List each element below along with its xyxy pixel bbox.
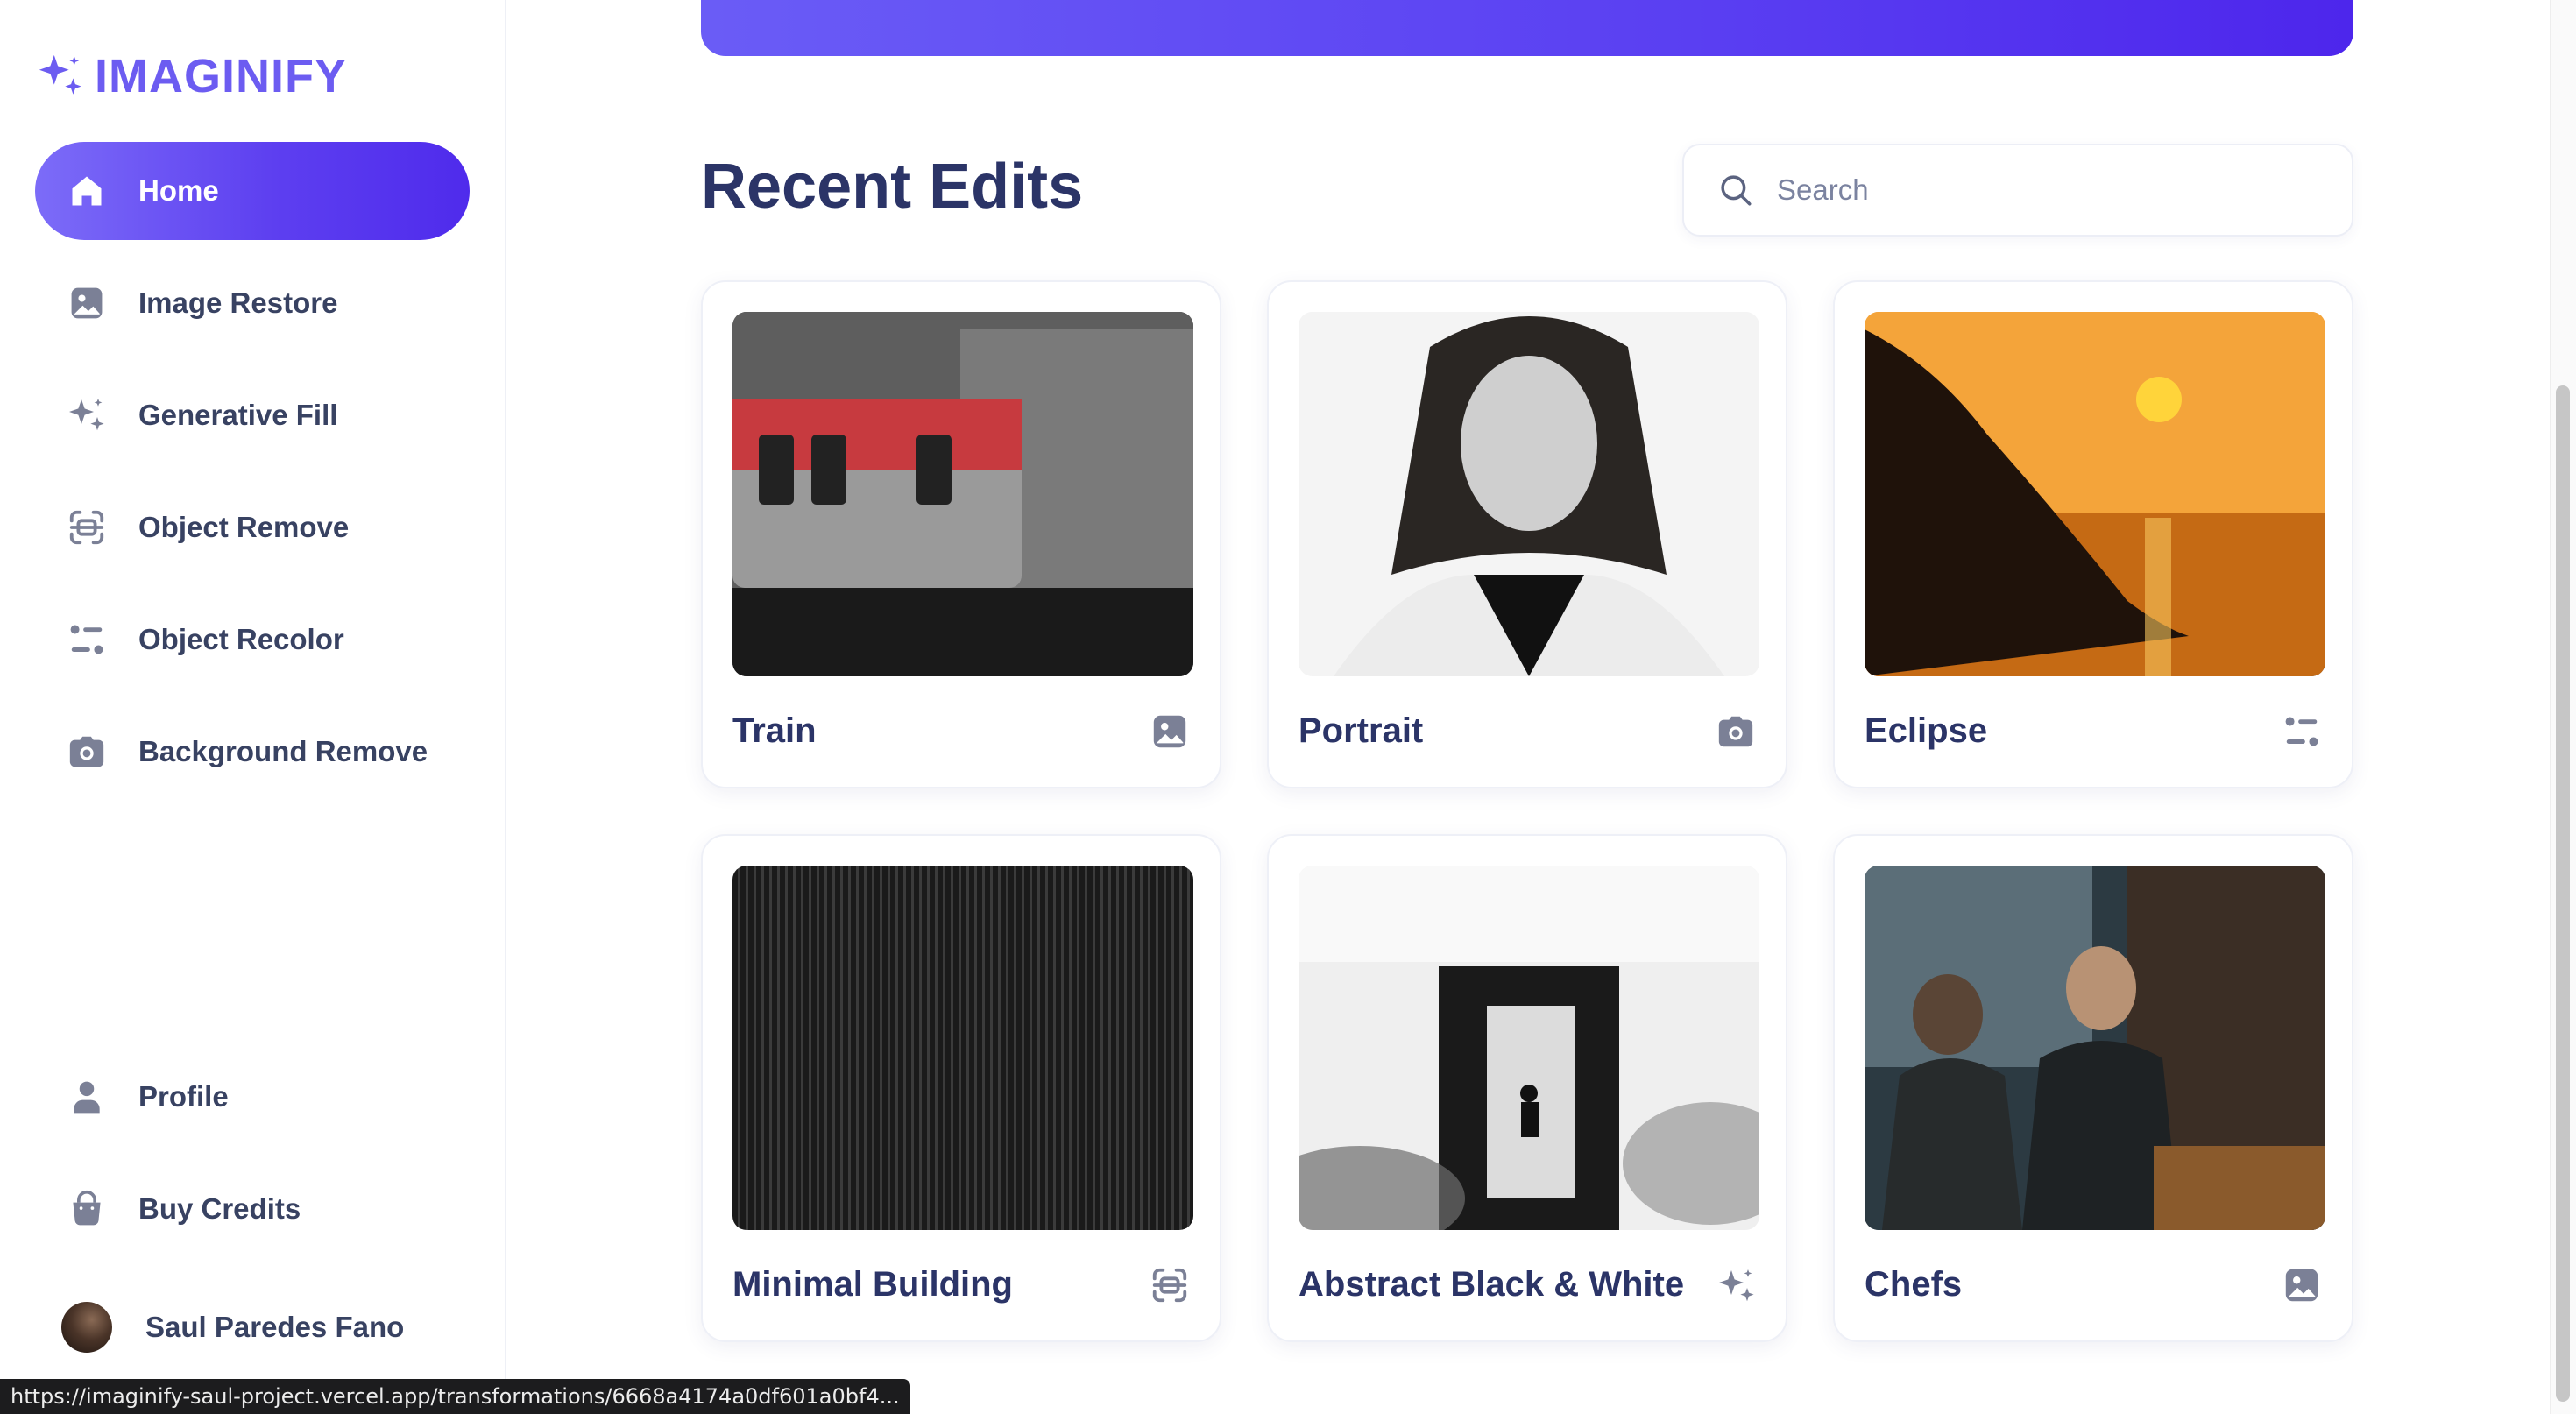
scan-icon [65,506,109,549]
avatar [61,1302,112,1353]
card-thumbnail [732,312,1193,676]
scan-icon [1150,1265,1190,1305]
card-thumbnail [1299,866,1759,1230]
sidebar-item-label: Home [138,174,219,207]
camera-icon [65,730,109,774]
bag-icon [65,1187,109,1231]
sidebar-item-label: Object Recolor [138,623,344,655]
sidebar-item-label: Generative Fill [138,399,338,431]
image-icon [1150,711,1190,752]
app-logo[interactable]: IMAGINIFY [35,49,347,103]
user-icon [65,1075,109,1119]
card-thumbnail [1299,312,1759,676]
status-url: https://imaginify-saul-project.vercel.ap… [11,1384,900,1409]
card-thumbnail [1865,312,2325,676]
sidebar-item-generative-fill[interactable]: Generative Fill [35,366,470,464]
sidebar-item-label: Background Remove [138,735,428,767]
scrollbar-thumb[interactable] [2556,385,2570,1402]
filter-icon [2282,711,2322,752]
sidebar-item-label: Profile [138,1080,229,1113]
card-thumbnail [1865,866,2325,1230]
logo-sparkles-icon [39,54,81,95]
link-preview-status-bar: https://imaginify-saul-project.vercel.ap… [0,1379,910,1414]
home-icon [65,169,109,213]
edit-card-portrait[interactable]: Portrait [1267,280,1787,788]
card-title: Portrait [1299,711,1424,750]
edit-card-abstract-black-white[interactable]: Abstract Black & White [1267,834,1787,1342]
search-box[interactable] [1682,144,2353,237]
sparkles-icon [1716,1265,1756,1305]
sidebar-item-object-remove[interactable]: Object Remove [35,478,470,576]
sidebar-item-label: Buy Credits [138,1192,301,1225]
section-title: Recent Edits [701,152,1084,222]
sidebar-item-background-remove[interactable]: Background Remove [35,703,470,801]
sidebar-item-buy-credits[interactable]: Buy Credits [35,1160,470,1258]
card-title: Abstract Black & White [1299,1265,1685,1304]
page-scrollbar[interactable] [2550,0,2576,1414]
edit-card-minimal-building[interactable]: Minimal Building [701,834,1221,1342]
search-input[interactable] [1777,173,2303,207]
edit-card-chefs[interactable]: Chefs [1833,834,2353,1342]
user-name: Saul Paredes Fano [145,1311,405,1343]
app-name: IMAGINIFY [95,50,347,103]
sidebar-item-object-recolor[interactable]: Object Recolor [35,590,470,689]
search-icon [1721,175,1752,206]
sidebar-item-image-restore[interactable]: Image Restore [35,254,470,352]
sidebar-item-label: Object Remove [138,511,350,543]
edit-card-train[interactable]: Train [701,280,1221,788]
sidebar-item-home[interactable]: Home [35,142,470,240]
image-icon [2282,1265,2322,1305]
sidebar-item-label: Image Restore [138,286,338,319]
card-title: Chefs [1865,1265,1963,1304]
hero-banner [701,0,2353,56]
card-title: Train [732,711,817,750]
edit-card-eclipse[interactable]: Eclipse [1833,280,2353,788]
user-profile-button[interactable]: Saul Paredes Fano [61,1302,404,1353]
card-title: Minimal Building [732,1265,1013,1304]
sidebar-item-profile[interactable]: Profile [35,1048,470,1146]
card-thumbnail [732,866,1193,1230]
filter-icon [65,618,109,661]
card-title: Eclipse [1865,711,1988,750]
sparkles-icon [65,393,109,437]
camera-icon [1716,711,1756,752]
sidebar: IMAGINIFY Home Image Restore Generative … [0,0,506,1414]
image-icon [65,281,109,325]
